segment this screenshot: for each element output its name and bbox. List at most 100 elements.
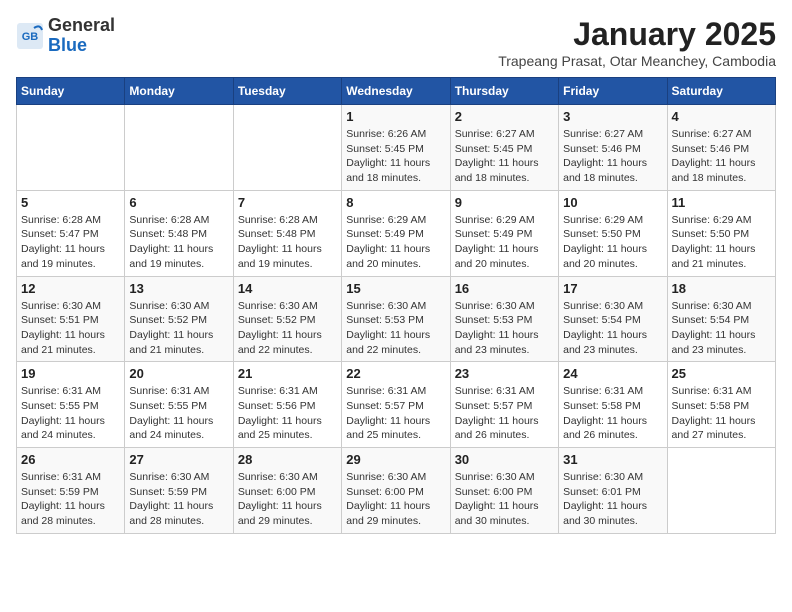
day-number: 2 bbox=[455, 109, 554, 124]
day-cell: 18 Sunrise: 6:30 AMSunset: 5:54 PMDayligh… bbox=[667, 276, 775, 362]
weekday-header-sunday: Sunday bbox=[17, 78, 125, 105]
weekday-header-saturday: Saturday bbox=[667, 78, 775, 105]
day-info: Sunrise: 6:27 AMSunset: 5:45 PMDaylight:… bbox=[455, 127, 554, 186]
day-cell: 15Sunrise: 6:30 AMSunset: 5:53 PMDayligh… bbox=[342, 276, 450, 362]
day-number: 19 bbox=[21, 366, 120, 381]
day-cell: 17Sunrise: 6:30 AMSunset: 5:54 PMDayligh… bbox=[559, 276, 667, 362]
day-number: 26 bbox=[21, 452, 120, 467]
day-info: Sunrise: 6:30 AMSunset: 5:52 PMDaylight:… bbox=[238, 299, 337, 358]
day-cell: 9 Sunrise: 6:29 AMSunset: 5:49 PMDaylight… bbox=[450, 190, 558, 276]
day-info: Sunrise: 6:31 AMSunset: 5:57 PMDaylight:… bbox=[346, 384, 445, 443]
logo-general-text: General bbox=[48, 15, 115, 35]
day-info: Sunrise: 6:29 AMSunset: 5:49 PMDaylight:… bbox=[346, 213, 445, 272]
day-info: Sunrise: 6:31 AMSunset: 5:58 PMDaylight:… bbox=[563, 384, 662, 443]
week-row-1: 1 Sunrise: 6:26 AMSunset: 5:45 PMDaylight… bbox=[17, 105, 776, 191]
day-cell: 24 Sunrise: 6:31 AMSunset: 5:58 PMDayligh… bbox=[559, 362, 667, 448]
weekday-header-row: SundayMondayTuesdayWednesdayThursdayFrid… bbox=[17, 78, 776, 105]
day-cell bbox=[233, 105, 341, 191]
svg-text:GB: GB bbox=[22, 31, 39, 43]
day-number: 27 bbox=[129, 452, 228, 467]
day-number: 18 bbox=[672, 281, 771, 296]
day-info: Sunrise: 6:31 AMSunset: 5:56 PMDaylight:… bbox=[238, 384, 337, 443]
week-row-4: 19 Sunrise: 6:31 AMSunset: 5:55 PMDayligh… bbox=[17, 362, 776, 448]
day-info: Sunrise: 6:29 AMSunset: 5:50 PMDaylight:… bbox=[563, 213, 662, 272]
month-title: January 2025 bbox=[498, 16, 776, 53]
logo-blue-text: Blue bbox=[48, 35, 87, 55]
day-info: Sunrise: 6:27 AMSunset: 5:46 PMDaylight:… bbox=[563, 127, 662, 186]
day-cell bbox=[17, 105, 125, 191]
day-cell: 13 Sunrise: 6:30 AMSunset: 5:52 PMDayligh… bbox=[125, 276, 233, 362]
title-block: January 2025 Trapeang Prasat, Otar Meanc… bbox=[498, 16, 776, 69]
day-cell bbox=[125, 105, 233, 191]
day-cell: 1 Sunrise: 6:26 AMSunset: 5:45 PMDaylight… bbox=[342, 105, 450, 191]
day-info: Sunrise: 6:31 AMSunset: 5:59 PMDaylight:… bbox=[21, 470, 120, 529]
day-number: 3 bbox=[563, 109, 662, 124]
day-cell: 20Sunrise: 6:31 AMSunset: 5:55 PMDayligh… bbox=[125, 362, 233, 448]
day-info: Sunrise: 6:27 AMSunset: 5:46 PMDaylight:… bbox=[672, 127, 771, 186]
day-number: 13 bbox=[129, 281, 228, 296]
day-cell: 5Sunrise: 6:28 AMSunset: 5:47 PMDaylight… bbox=[17, 190, 125, 276]
weekday-header-wednesday: Wednesday bbox=[342, 78, 450, 105]
day-number: 11 bbox=[672, 195, 771, 210]
calendar-table: SundayMondayTuesdayWednesdayThursdayFrid… bbox=[16, 77, 776, 534]
day-number: 15 bbox=[346, 281, 445, 296]
day-number: 22 bbox=[346, 366, 445, 381]
day-cell: 7 Sunrise: 6:28 AMSunset: 5:48 PMDaylight… bbox=[233, 190, 341, 276]
day-number: 28 bbox=[238, 452, 337, 467]
day-cell: 22 Sunrise: 6:31 AMSunset: 5:57 PMDayligh… bbox=[342, 362, 450, 448]
logo-icon: GB bbox=[16, 22, 44, 50]
week-row-5: 26 Sunrise: 6:31 AMSunset: 5:59 PMDayligh… bbox=[17, 448, 776, 534]
day-cell: 2 Sunrise: 6:27 AMSunset: 5:45 PMDaylight… bbox=[450, 105, 558, 191]
day-number: 7 bbox=[238, 195, 337, 210]
day-info: Sunrise: 6:30 AMSunset: 5:54 PMDaylight:… bbox=[672, 299, 771, 358]
day-number: 1 bbox=[346, 109, 445, 124]
day-info: Sunrise: 6:30 AMSunset: 5:59 PMDaylight:… bbox=[129, 470, 228, 529]
logo: GB General Blue bbox=[16, 16, 115, 56]
day-info: Sunrise: 6:30 AMSunset: 5:52 PMDaylight:… bbox=[129, 299, 228, 358]
day-info: Sunrise: 6:31 AMSunset: 5:57 PMDaylight:… bbox=[455, 384, 554, 443]
day-cell: 30 Sunrise: 6:30 AMSunset: 6:00 PMDayligh… bbox=[450, 448, 558, 534]
day-cell: 27 Sunrise: 6:30 AMSunset: 5:59 PMDayligh… bbox=[125, 448, 233, 534]
day-cell: 6Sunrise: 6:28 AMSunset: 5:48 PMDaylight… bbox=[125, 190, 233, 276]
day-number: 31 bbox=[563, 452, 662, 467]
day-info: Sunrise: 6:31 AMSunset: 5:55 PMDaylight:… bbox=[129, 384, 228, 443]
day-info: Sunrise: 6:26 AMSunset: 5:45 PMDaylight:… bbox=[346, 127, 445, 186]
day-cell: 21Sunrise: 6:31 AMSunset: 5:56 PMDayligh… bbox=[233, 362, 341, 448]
week-row-2: 5Sunrise: 6:28 AMSunset: 5:47 PMDaylight… bbox=[17, 190, 776, 276]
day-info: Sunrise: 6:28 AMSunset: 5:48 PMDaylight:… bbox=[238, 213, 337, 272]
day-number: 8 bbox=[346, 195, 445, 210]
day-cell: 19Sunrise: 6:31 AMSunset: 5:55 PMDayligh… bbox=[17, 362, 125, 448]
day-number: 16 bbox=[455, 281, 554, 296]
day-info: Sunrise: 6:30 AMSunset: 5:51 PMDaylight:… bbox=[21, 299, 120, 358]
day-number: 25 bbox=[672, 366, 771, 381]
day-number: 9 bbox=[455, 195, 554, 210]
day-info: Sunrise: 6:30 AMSunset: 5:54 PMDaylight:… bbox=[563, 299, 662, 358]
day-number: 23 bbox=[455, 366, 554, 381]
day-cell: 8 Sunrise: 6:29 AMSunset: 5:49 PMDaylight… bbox=[342, 190, 450, 276]
day-cell: 12Sunrise: 6:30 AMSunset: 5:51 PMDayligh… bbox=[17, 276, 125, 362]
weekday-header-tuesday: Tuesday bbox=[233, 78, 341, 105]
day-number: 30 bbox=[455, 452, 554, 467]
day-info: Sunrise: 6:30 AMSunset: 6:00 PMDaylight:… bbox=[238, 470, 337, 529]
day-cell: 11Sunrise: 6:29 AMSunset: 5:50 PMDayligh… bbox=[667, 190, 775, 276]
day-cell bbox=[667, 448, 775, 534]
day-cell: 28 Sunrise: 6:30 AMSunset: 6:00 PMDayligh… bbox=[233, 448, 341, 534]
day-number: 5 bbox=[21, 195, 120, 210]
day-cell: 31 Sunrise: 6:30 AMSunset: 6:01 PMDayligh… bbox=[559, 448, 667, 534]
weekday-header-thursday: Thursday bbox=[450, 78, 558, 105]
day-cell: 3 Sunrise: 6:27 AMSunset: 5:46 PMDaylight… bbox=[559, 105, 667, 191]
day-number: 4 bbox=[672, 109, 771, 124]
day-cell: 29Sunrise: 6:30 AMSunset: 6:00 PMDayligh… bbox=[342, 448, 450, 534]
weekday-header-monday: Monday bbox=[125, 78, 233, 105]
day-cell: 16 Sunrise: 6:30 AMSunset: 5:53 PMDayligh… bbox=[450, 276, 558, 362]
day-info: Sunrise: 6:30 AMSunset: 6:01 PMDaylight:… bbox=[563, 470, 662, 529]
location-subtitle: Trapeang Prasat, Otar Meanchey, Cambodia bbox=[498, 53, 776, 69]
day-info: Sunrise: 6:30 AMSunset: 5:53 PMDaylight:… bbox=[455, 299, 554, 358]
day-info: Sunrise: 6:30 AMSunset: 6:00 PMDaylight:… bbox=[455, 470, 554, 529]
day-number: 24 bbox=[563, 366, 662, 381]
week-row-3: 12Sunrise: 6:30 AMSunset: 5:51 PMDayligh… bbox=[17, 276, 776, 362]
day-info: Sunrise: 6:31 AMSunset: 5:58 PMDaylight:… bbox=[672, 384, 771, 443]
day-info: Sunrise: 6:29 AMSunset: 5:49 PMDaylight:… bbox=[455, 213, 554, 272]
day-number: 14 bbox=[238, 281, 337, 296]
day-cell: 23 Sunrise: 6:31 AMSunset: 5:57 PMDayligh… bbox=[450, 362, 558, 448]
